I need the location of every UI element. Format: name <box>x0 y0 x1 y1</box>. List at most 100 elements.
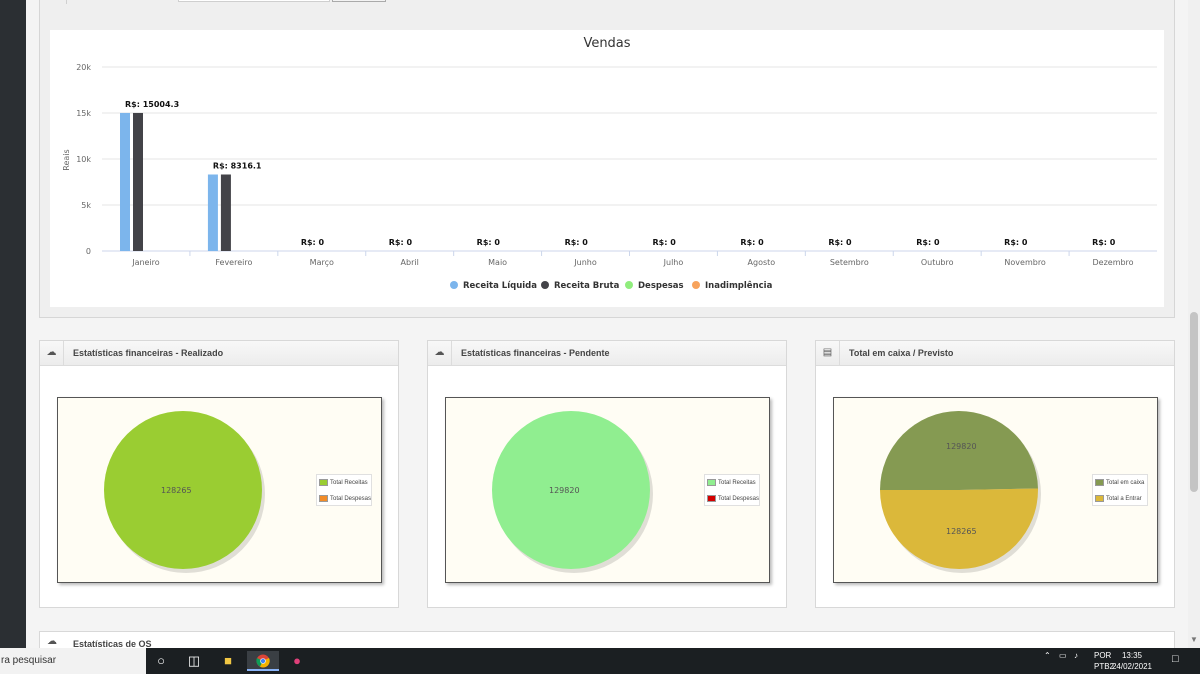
tray-chevron-up-icon[interactable]: ⌃ <box>1044 651 1051 660</box>
legend-swatch <box>707 494 716 502</box>
legend-item: Total Receitas <box>707 478 756 488</box>
scroll-down-arrow-icon[interactable]: ▼ <box>1190 635 1198 644</box>
pie-value-label: 128265 <box>946 527 977 536</box>
bar-data-label: R$: 0 <box>301 238 325 247</box>
bar-receita-bruta[interactable] <box>133 112 143 251</box>
chrome-logo <box>256 654 270 668</box>
panel-title: Estatísticas financeiras - Pendente <box>461 348 610 358</box>
pie-chart-frame: 128265 Total Receitas Total Despesas <box>57 397 382 583</box>
task-view-icon[interactable]: ◫ <box>178 651 210 671</box>
dashboard-main: Vendas Reais 0 5k 10k 15k 20k R$: 15004.3 R$:… <box>26 0 1188 648</box>
x-tick-label: Fevereiro <box>215 258 252 267</box>
legend-label[interactable]: Inadimplência <box>705 280 773 291</box>
pie-value-label: 129820 <box>946 442 977 451</box>
legend-label: Total Receitas <box>330 480 368 486</box>
legend-item: Total em caixa <box>1095 478 1144 488</box>
legend-label[interactable]: Receita Bruta <box>554 281 620 291</box>
legend-swatch <box>707 478 716 486</box>
bar-data-label: R$: 0 <box>828 238 852 247</box>
bar-data-label: R$: 8316.1 <box>213 161 262 170</box>
clock-date: 24/02/2021 <box>1111 662 1153 671</box>
bar-data-label: R$: 0 <box>653 238 677 247</box>
y-tick-label: 15k <box>76 109 91 118</box>
legend-marker[interactable] <box>450 281 458 289</box>
x-tick-label: Janeiro <box>131 258 160 267</box>
panel-pendente: ☁ Estatísticas financeiras - Pendente 12… <box>427 340 787 608</box>
pie-legend: Total em caixa Total a Entrar <box>1092 474 1148 506</box>
pie-value-label: 128265 <box>161 486 192 495</box>
legend-label: Total a Entrar <box>1106 496 1142 502</box>
y-tick-label: 10k <box>76 155 91 164</box>
y-tick-label: 0 <box>86 247 91 256</box>
pie-value-labels: 129820 <box>549 486 580 495</box>
bar-data-label: R$: 0 <box>1004 238 1028 247</box>
app-sidebar-strip <box>0 0 26 648</box>
legend-marker[interactable] <box>625 281 633 289</box>
legend-marker[interactable] <box>541 281 549 289</box>
x-tick-label: Novembro <box>1004 258 1046 267</box>
x-tick-label: Julho <box>663 258 684 267</box>
pie-slices <box>880 410 1041 573</box>
y-axis-label: Reais <box>62 149 71 170</box>
page-scrollbar[interactable]: ▼ <box>1188 0 1200 648</box>
bar-data-label: R$: 0 <box>389 238 413 247</box>
bar-data-label: R$: 15004.3 <box>125 100 179 109</box>
legend-item: Total Despesas <box>707 494 759 504</box>
panel-estatisticas-os: ☁ Estatísticas de OS <box>39 631 1175 648</box>
legend-label: Total Despesas <box>330 496 372 502</box>
chart-legend[interactable]: Receita Líquida Receita Bruta Despesas Inad… <box>450 280 773 291</box>
legend-swatch <box>1095 494 1104 502</box>
bar-data-label: R$: 0 <box>1092 238 1116 247</box>
y-tick-label: 5k <box>81 201 91 210</box>
panel-header: ☁ Estatísticas financeiras - Pendente <box>428 341 786 366</box>
legend-item: Total Receitas <box>319 478 368 488</box>
chrome-icon[interactable] <box>247 651 279 671</box>
y-tick-label: 20k <box>76 63 91 72</box>
pie-legend: Total Receitas Total Despesas <box>316 474 372 506</box>
legend-marker[interactable] <box>692 281 700 289</box>
bar-receita-líquida[interactable] <box>120 112 130 251</box>
chart-title: Vendas <box>583 36 630 51</box>
legend-swatch <box>1095 478 1104 486</box>
panel-header: ▤ Total em caixa / Previsto <box>816 341 1174 366</box>
panel-header: ☁ Estatísticas financeiras - Realizado <box>40 341 398 366</box>
chart-grid: 0 5k 10k 15k 20k <box>76 63 1157 256</box>
x-tick-label: Junho <box>573 258 597 267</box>
notification-icon[interactable]: □ <box>1172 653 1179 665</box>
legend-label: Total Receitas <box>718 480 756 486</box>
filter-button[interactable] <box>332 0 386 2</box>
bar-data-label: R$: 0 <box>916 238 940 247</box>
top-filter-bar <box>66 0 426 4</box>
legend-label[interactable]: Receita Líquida <box>463 281 537 291</box>
vendas-chart: Vendas Reais 0 5k 10k 15k 20k R$: 15004.3 R$:… <box>50 30 1164 307</box>
paint-drop-icon[interactable]: ● <box>281 651 313 671</box>
x-tick-label: Abril <box>401 258 419 267</box>
vendas-chart-svg: Vendas Reais 05k10k15k20k R$: 15004.3R$:… <box>62 36 1157 291</box>
panel-title: Estatísticas financeiras - Realizado <box>73 348 224 358</box>
legend-label[interactable]: Despesas <box>638 281 684 291</box>
filter-input[interactable] <box>178 0 330 2</box>
vendas-panel: Vendas Reais 0 5k 10k 15k 20k R$: 15004.3 R$:… <box>39 0 1175 318</box>
taskbar-clock[interactable]: 13:35 24/02/2021 <box>1107 650 1157 672</box>
pie-chart-frame: 129820 Total Receitas Total Despesas <box>445 397 770 583</box>
chart-data-labels: R$: 15004.3 R$: 8316.1 R$: 0 R$: 0 R$: 0 R$: … <box>125 100 1116 247</box>
bar-receita-líquida[interactable] <box>207 174 218 251</box>
legend-item: Total Despesas <box>319 494 371 504</box>
pie-value-labels: 128265 <box>161 486 192 495</box>
legend-label: Total em caixa <box>1106 480 1145 486</box>
chart-icon: ☁ <box>47 636 57 647</box>
file-explorer-icon[interactable]: ■ <box>212 651 244 671</box>
bar-receita-bruta[interactable] <box>220 174 231 251</box>
volume-icon[interactable]: ♪ <box>1074 651 1078 660</box>
network-icon[interactable]: ▭ <box>1059 651 1067 660</box>
windows-taskbar: ra pesquisar ○ ◫ ■ ● ⌃ ▭ ♪ POR PTB2 13:3… <box>0 648 1200 674</box>
bar-data-label: R$: 0 <box>565 238 589 247</box>
x-tick-label: Março <box>310 258 334 267</box>
legend-item: Total a Entrar <box>1095 494 1142 504</box>
taskbar-search[interactable]: ra pesquisar <box>0 648 146 674</box>
pie-value-label: 129820 <box>549 486 580 495</box>
cortana-circle-icon[interactable]: ○ <box>145 651 177 671</box>
scrollbar-thumb[interactable] <box>1190 312 1198 492</box>
x-tick-label: Agosto <box>748 258 776 267</box>
pie-legend: Total Receitas Total Despesas <box>704 474 760 506</box>
